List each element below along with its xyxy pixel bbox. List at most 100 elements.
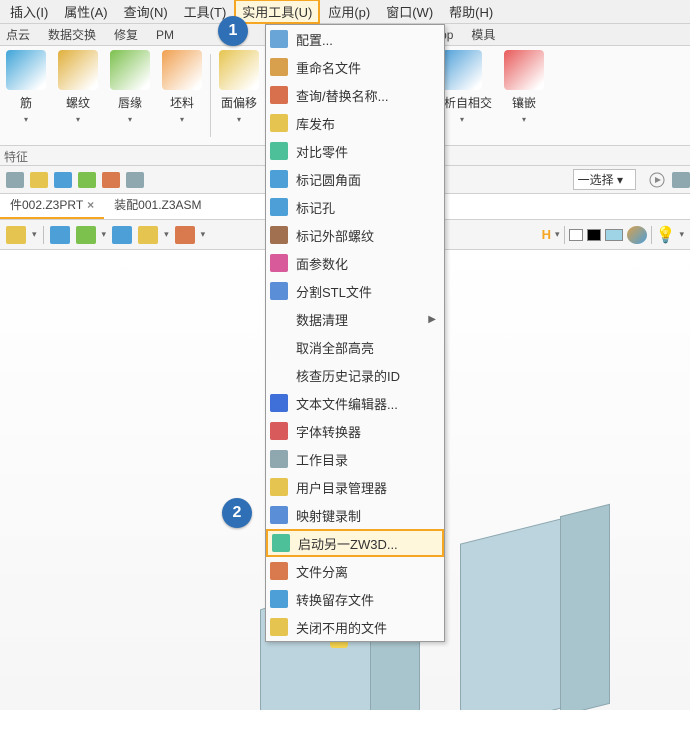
menu-window[interactable]: 窗口(W) (378, 0, 441, 24)
chevron-down-icon: ▾ (76, 115, 80, 124)
menu-item-label: 核查历史记录的ID (296, 366, 400, 385)
menu-item-icon (270, 394, 288, 412)
ribbon-tool[interactable]: 镶嵌 ▾ (498, 46, 550, 145)
view-icon[interactable] (6, 226, 26, 244)
color-swatch[interactable] (587, 229, 601, 241)
menu-item[interactable]: 映射键录制 (266, 501, 444, 529)
bulb-icon[interactable]: 💡 (656, 225, 676, 245)
menu-item-icon (270, 198, 288, 216)
view-icon[interactable] (76, 226, 96, 244)
toolstrip-icon[interactable] (672, 172, 690, 188)
menu-item[interactable]: 取消全部高亮 (266, 333, 444, 361)
tab-mold[interactable]: 模具 (471, 26, 495, 43)
document-tab[interactable]: 装配001.Z3ASM (104, 192, 211, 219)
menu-item-label: 分割STL文件 (296, 282, 372, 301)
menu-item[interactable]: 启动另一ZW3D... (266, 529, 444, 557)
tool-label: 镶嵌 (512, 94, 536, 111)
menu-item[interactable]: 核查历史记录的ID (266, 361, 444, 389)
menu-item-icon (270, 590, 288, 608)
h-icon[interactable]: H (542, 227, 551, 242)
toolstrip-icon[interactable] (126, 172, 144, 188)
menu-utilities[interactable]: 实用工具(U) (234, 0, 320, 24)
menu-item[interactable]: 查询/替换名称... (266, 81, 444, 109)
menubar: 插入(I) 属性(A) 查询(N) 工具(T) 实用工具(U) 应用(p) 窗口… (0, 0, 690, 24)
tab-pm[interactable]: PM (156, 28, 174, 42)
menu-app[interactable]: 应用(p) (320, 0, 378, 24)
chevron-down-icon: ▾ (128, 115, 132, 124)
material-icon[interactable] (627, 226, 647, 244)
menu-item-icon (270, 114, 288, 132)
menu-item[interactable]: 转换留存文件 (266, 585, 444, 613)
menu-item[interactable]: 标记孔 (266, 193, 444, 221)
menu-query[interactable]: 查询(N) (116, 0, 176, 24)
color-swatch[interactable] (569, 229, 583, 241)
utilities-menu: 配置... 重命名文件 查询/替换名称... 库发布 对比零件 标记圆角面 标记… (265, 24, 445, 642)
menu-item-label: 数据清理 (296, 310, 348, 329)
toolstrip-icon[interactable] (6, 172, 24, 188)
menu-item[interactable]: 标记圆角面 (266, 165, 444, 193)
menu-item[interactable]: 工作目录 (266, 445, 444, 473)
menu-item[interactable]: 数据清理 ▶ (266, 305, 444, 333)
menu-item-icon (272, 534, 290, 552)
menu-item[interactable]: 配置... (266, 25, 444, 53)
menu-item[interactable]: 文本文件编辑器... (266, 389, 444, 417)
menu-item-icon (270, 142, 288, 160)
menu-item[interactable]: 文件分离 (266, 557, 444, 585)
menu-item-label: 标记外部螺纹 (296, 226, 374, 245)
document-tab[interactable]: 件002.Z3PRT × (0, 192, 104, 219)
ribbon-tool[interactable]: 唇缘 ▾ (104, 46, 156, 145)
selection-filter[interactable]: 一选择 ▾ (573, 169, 636, 190)
view-icon[interactable] (175, 226, 195, 244)
ribbon-tool[interactable]: 螺纹 ▾ (52, 46, 104, 145)
chevron-down-icon: ▾ (522, 115, 526, 124)
toolstrip-icon[interactable] (54, 172, 72, 188)
tab-dataexchange[interactable]: 数据交换 (48, 26, 96, 43)
menu-item[interactable]: 关闭不用的文件 (266, 613, 444, 641)
tool-icon (162, 50, 202, 90)
play-icon[interactable] (648, 172, 666, 188)
menu-item[interactable]: 重命名文件 (266, 53, 444, 81)
view-icon[interactable] (50, 226, 70, 244)
menu-item-icon (270, 618, 288, 636)
ribbon-tool[interactable]: 筋 ▾ (0, 46, 52, 145)
menu-item-label: 文件分离 (296, 562, 348, 581)
close-icon[interactable]: × (87, 198, 94, 212)
toolstrip-icon[interactable] (30, 172, 48, 188)
menu-item[interactable]: 对比零件 (266, 137, 444, 165)
menu-item-icon (270, 310, 288, 328)
submenu-arrow-icon: ▶ (428, 314, 436, 325)
menu-item-label: 关闭不用的文件 (296, 618, 387, 637)
tab-pointcloud[interactable]: 点云 (6, 26, 30, 43)
toolstrip-icon[interactable] (78, 172, 96, 188)
color-swatch[interactable] (605, 229, 623, 241)
menu-item-icon (270, 366, 288, 384)
menu-item-label: 用户目录管理器 (296, 478, 387, 497)
menu-item[interactable]: 库发布 (266, 109, 444, 137)
chevron-down-icon: ▾ (24, 115, 28, 124)
menu-item[interactable]: 面参数化 (266, 249, 444, 277)
view-icon[interactable] (112, 226, 132, 244)
menu-item-icon (270, 30, 288, 48)
annotation-2: 2 (222, 498, 252, 528)
view-icon[interactable] (138, 226, 158, 244)
menu-item-label: 工作目录 (296, 450, 348, 469)
toolstrip-icon[interactable] (102, 172, 120, 188)
menu-item[interactable]: 分割STL文件 (266, 277, 444, 305)
menu-attributes[interactable]: 属性(A) (56, 0, 115, 24)
ribbon-tool[interactable]: 坯料 ▾ (156, 46, 208, 145)
tool-icon (504, 50, 544, 90)
menu-item[interactable]: 字体转换器 (266, 417, 444, 445)
menu-help[interactable]: 帮助(H) (441, 0, 501, 24)
ribbon-tool[interactable]: 面偏移 ▾ (213, 46, 265, 145)
menu-item[interactable]: 用户目录管理器 (266, 473, 444, 501)
menu-item[interactable]: 标记外部螺纹 (266, 221, 444, 249)
tab-repair[interactable]: 修复 (114, 26, 138, 43)
menu-insert[interactable]: 插入(I) (2, 0, 56, 24)
document-tab-label: 装配001.Z3ASM (114, 196, 201, 213)
menu-item-icon (270, 338, 288, 356)
tool-icon (110, 50, 150, 90)
menu-item-icon (270, 170, 288, 188)
menu-item-icon (270, 478, 288, 496)
menu-item-icon (270, 58, 288, 76)
tool-icon (6, 50, 46, 90)
